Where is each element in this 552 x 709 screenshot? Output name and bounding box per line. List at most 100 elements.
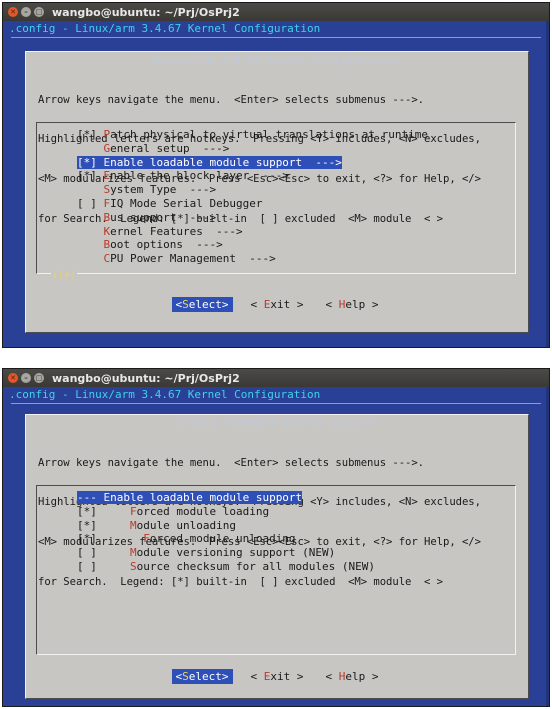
menu-item[interactable]: Kernel Features ---> [37,225,515,239]
menu-item-text: [ ] Source checksum for all modules (NEW… [77,560,375,573]
menu-item[interactable]: [ ] FIQ Mode Serial Debugger [37,197,515,211]
item-prefix [77,211,104,224]
item-label: ystem Type ---> [110,183,217,197]
item-prefix: [ ] [77,546,130,560]
menu-item-text: General setup ---> [77,141,230,155]
menu-item[interactable]: [*] Module unloading [37,519,515,533]
menuconfig-dialog: Linux/arm 3.4.67 Kernel Configuration Ar… [25,51,529,333]
terminal-scrollbar[interactable] [546,21,549,347]
item-hotkey: M [129,518,137,532]
item-prefix: [*] [77,155,104,169]
item-label: ource checksum for all modules (NEW) [136,559,376,573]
minimize-icon[interactable]: – [21,373,31,383]
item-prefix: [*] [77,128,104,141]
item-hotkey: M [129,546,137,560]
button-label: elp > [345,298,379,311]
window-titlebar[interactable]: ✕ – □ wangbo@ubuntu: ~/Prj/OsPrj2 [3,3,549,21]
button-label: elect> [188,298,229,311]
button-bracket: < [250,670,264,683]
close-icon[interactable]: ✕ [8,373,18,383]
terminal-window-submenu: ✕ – □ wangbo@ubuntu: ~/Prj/OsPrj2 .confi… [2,368,550,707]
select-button[interactable]: <Select> [171,297,233,312]
item-label: atch physical to virtual translations at… [110,128,429,141]
item-prefix [77,225,104,238]
maximize-icon[interactable]: □ [34,7,44,17]
config-header: .config - Linux/arm 3.4.67 Kernel Config… [9,388,321,401]
menu-item-text: [*] Forced module unloading [77,532,296,545]
dialog-title: Linux/arm 3.4.67 Kernel Configuration [154,53,400,66]
item-prefix: [ ] [77,559,130,573]
button-bracket: < [325,298,339,311]
menu-item-text: [ ] Module versioning support (NEW) [77,546,335,559]
menu-item[interactable]: [*] Forced module unloading [37,532,515,546]
item-prefix: [ ] [77,196,104,210]
button-bracket: < [325,670,339,683]
button-hotkey: S [182,298,189,311]
menu-item[interactable]: CPU Power Management ---> [37,252,515,266]
select-button[interactable]: <Select> [171,669,233,684]
more-below-indicator: ↓(+) [51,270,78,281]
item-label: orced module loading [136,504,270,518]
menu-item-text: CPU Power Management ---> [77,252,276,265]
menu-item-text: [ ] FIQ Mode Serial Debugger [77,197,262,210]
item-label: nable the block layer ---> [110,169,289,183]
menu-item-text: Kernel Features ---> [77,225,243,238]
menu-item[interactable]: [ ] Source checksum for all modules (NEW… [37,560,515,574]
maximize-icon[interactable]: □ [34,373,44,383]
menu-item-text: [*] Module unloading [77,519,236,532]
menu-items: [*] Patch physical to virtual translatio… [37,123,515,266]
menuconfig-dialog: Enable loadable module support Arrow key… [25,414,529,699]
item-prefix [77,252,104,265]
item-label: eneral setup ---> [110,141,230,155]
exit-button[interactable]: < Exit > [247,669,308,684]
button-label: xit > [270,670,304,683]
button-label: elp > [345,670,379,683]
menu-item-text: [*] Forced module loading [77,505,269,518]
button-row: <Select> < Exit > < Help > [26,297,528,312]
item-label: us support ---> [110,210,217,224]
button-row: <Select> < Exit > < Help > [26,669,528,684]
item-prefix: [*] [77,532,144,546]
menu-item[interactable]: [*] Forced module loading [37,505,515,519]
window-titlebar[interactable]: ✕ – □ wangbo@ubuntu: ~/Prj/OsPrj2 [3,369,549,387]
help-button[interactable]: < Help > [322,669,383,684]
header-divider [11,37,541,38]
item-prefix [77,142,104,155]
menu-item[interactable]: Bus support ---> [37,211,515,225]
menu-item[interactable]: Boot options ---> [37,238,515,252]
menu-item[interactable]: [*] Patch physical to virtual translatio… [37,128,515,142]
minimize-icon[interactable]: – [21,7,31,17]
menu-item[interactable]: System Type ---> [37,183,515,197]
menu-item[interactable]: [ ] Module versioning support (NEW) [37,546,515,560]
menu-items: --- Enable loadable module support [*] Fo… [37,486,515,574]
button-label: xit > [270,298,304,311]
menu-item[interactable]: [*] Enable loadable module support ---> [37,155,515,170]
config-header: .config - Linux/arm 3.4.67 Kernel Config… [9,22,321,35]
menu-item-text: Boot options ---> [77,238,223,251]
help-button[interactable]: < Help > [322,297,383,312]
menu-item-text: System Type ---> [77,183,217,197]
item-label: odule unloading [136,518,236,532]
item-prefix [77,238,104,251]
selected-item-highlight: --- Enable loadable module support [77,491,303,504]
menu-item-text: [*] Enable the block layer ---> [77,169,289,182]
item-hotkey: S [129,559,137,573]
menu-item[interactable]: --- Enable loadable module support [37,491,515,505]
menu-item-text: [*] Patch physical to virtual translatio… [77,128,428,141]
close-icon[interactable]: ✕ [8,7,18,17]
item-prefix: [*] [77,504,130,518]
selected-item-highlight: [*] Enable loadable module support ---> [77,155,342,169]
item-prefix: [*] [77,169,104,183]
menu-item[interactable]: [*] Enable the block layer ---> [37,169,515,183]
item-label: nable loadable module support [110,491,303,504]
item-label: IQ Mode Serial Debugger [110,196,263,210]
item-label: orced module unloading [149,532,296,546]
menu-list: [*] Patch physical to virtual translatio… [36,122,516,281]
item-label: odule versioning support (NEW) [136,546,336,560]
item-label: PU Power Management ---> [110,252,276,266]
exit-button[interactable]: < Exit > [247,297,308,312]
menu-item[interactable]: General setup ---> [37,142,515,156]
menu-list: --- Enable loadable module support [*] Fo… [36,485,516,655]
terminal-scrollbar[interactable] [546,387,549,706]
item-prefix: --- [77,491,104,504]
